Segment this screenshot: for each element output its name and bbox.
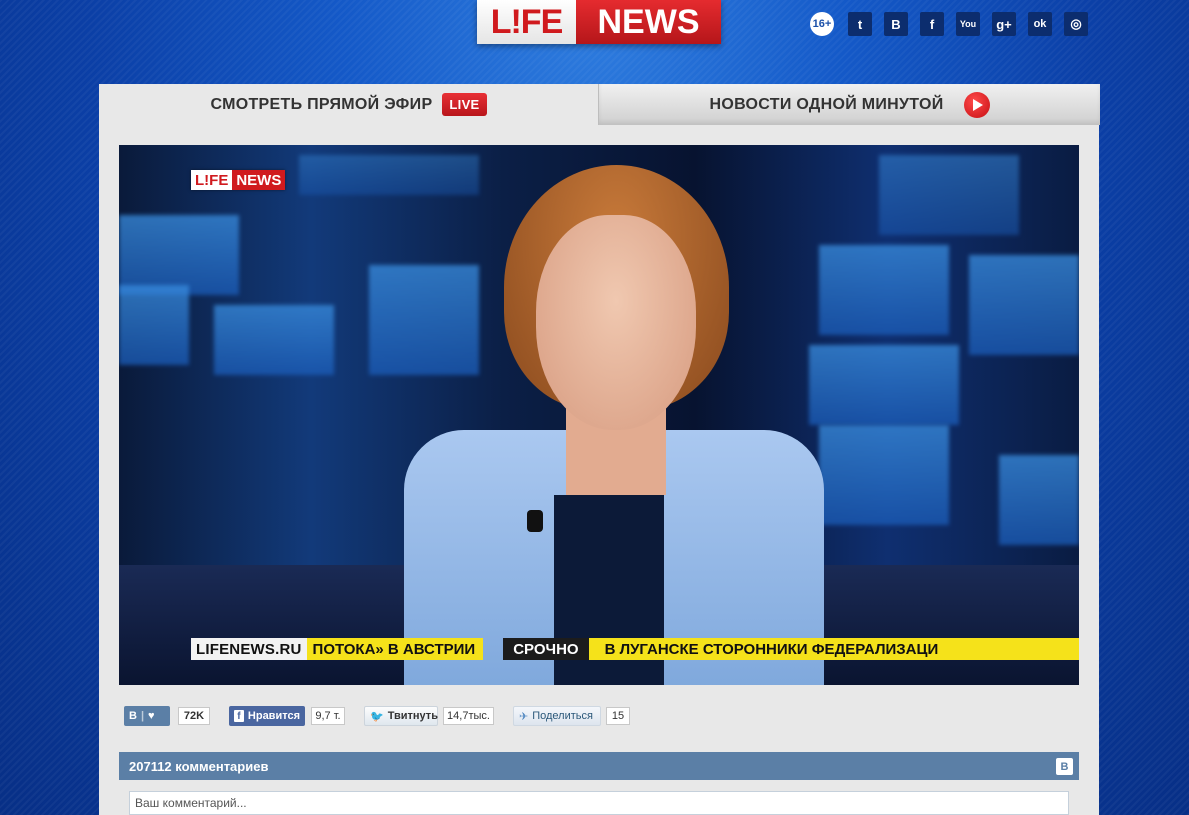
share-count: 15: [606, 707, 630, 725]
ticker-breaking: СРОЧНО: [503, 638, 589, 660]
tab-live-label: СМОТРЕТЬ ПРЯМОЙ ЭФИР: [210, 95, 433, 113]
video-player[interactable]: L!FE NEWS LIFENEWS.RU ПОТОКА» В АВСТРИИ …: [119, 145, 1079, 685]
facebook-icon: f: [234, 710, 244, 722]
twitter-bird-icon: 🐦: [370, 710, 384, 723]
news-anchor: [399, 155, 829, 685]
facebook-icon[interactable]: f: [920, 12, 944, 36]
google-plus-icon[interactable]: g+: [992, 12, 1016, 36]
news-ticker: LIFENEWS.RU ПОТОКА» В АВСТРИИ СРОЧНО В Л…: [191, 638, 1079, 660]
video-logo-news: NEWS: [232, 170, 286, 190]
play-icon: [963, 91, 990, 118]
instagram-icon[interactable]: ◎: [1064, 12, 1088, 36]
sh-label: Поделиться: [532, 710, 593, 722]
tweet-button[interactable]: 🐦 Твитнуть: [364, 706, 438, 726]
twitter-icon[interactable]: t: [848, 12, 872, 36]
tweet-count: 14,7тыс.: [443, 707, 494, 725]
tab-news-minute[interactable]: НОВОСТИ ОДНОЙ МИНУТОЙ: [598, 84, 1100, 125]
logo-life: L!FE: [477, 0, 576, 44]
ticker-site: LIFENEWS.RU: [191, 638, 307, 660]
age-rating-badge: 16+: [810, 12, 834, 36]
tw-label: Твитнуть: [387, 710, 438, 722]
facebook-like-count: 9,7 т.: [311, 707, 345, 725]
vk-icon[interactable]: B: [884, 12, 908, 36]
tab-live-broadcast[interactable]: СМОТРЕТЬ ПРЯМОЙ ЭФИР LIVE: [99, 84, 598, 125]
share-button[interactable]: ✈ Поделиться: [513, 706, 601, 726]
vk-like-count: 72K: [178, 707, 210, 725]
site-logo[interactable]: L!FE NEWS: [477, 0, 721, 44]
video-logo-life: L!FE: [191, 170, 233, 190]
video-channel-logo: L!FE NEWS: [191, 170, 286, 190]
heart-icon: ♥: [148, 710, 155, 722]
share-bar: В | ♥ 72K f Нравится 9,7 т. 🐦 Твитнуть 1…: [124, 706, 1084, 726]
youtube-icon[interactable]: You: [956, 12, 980, 36]
share-icon: ✈: [519, 710, 529, 723]
vk-badge-icon[interactable]: В: [1056, 758, 1073, 775]
main-panel: СМОТРЕТЬ ПРЯМОЙ ЭФИР LIVE НОВОСТИ ОДНОЙ …: [99, 84, 1100, 815]
video-tabs: СМОТРЕТЬ ПРЯМОЙ ЭФИР LIVE НОВОСТИ ОДНОЙ …: [99, 84, 1100, 125]
lapel-mic: [527, 510, 543, 532]
facebook-like-button[interactable]: f Нравится: [229, 706, 305, 726]
fb-label: Нравится: [247, 710, 300, 722]
odnoklassniki-icon[interactable]: ok: [1028, 12, 1052, 36]
tab-minute-label: НОВОСТИ ОДНОЙ МИНУТОЙ: [709, 95, 944, 113]
comments-header: 207112 комментариев В: [119, 752, 1079, 780]
vk-label: В: [129, 710, 137, 722]
comment-input[interactable]: [129, 791, 1069, 815]
ticker-text-2: В ЛУГАНСКЕ СТОРОННИКИ ФЕДЕРАЛИЗАЦИ: [588, 638, 1079, 660]
ticker-text-1: ПОТОКА» В АВСТРИИ: [306, 638, 484, 660]
vk-like-button[interactable]: В | ♥: [124, 706, 170, 726]
comments-title: 207112 комментариев: [129, 758, 269, 774]
live-badge: LIVE: [442, 93, 487, 116]
logo-news: NEWS: [576, 0, 721, 44]
